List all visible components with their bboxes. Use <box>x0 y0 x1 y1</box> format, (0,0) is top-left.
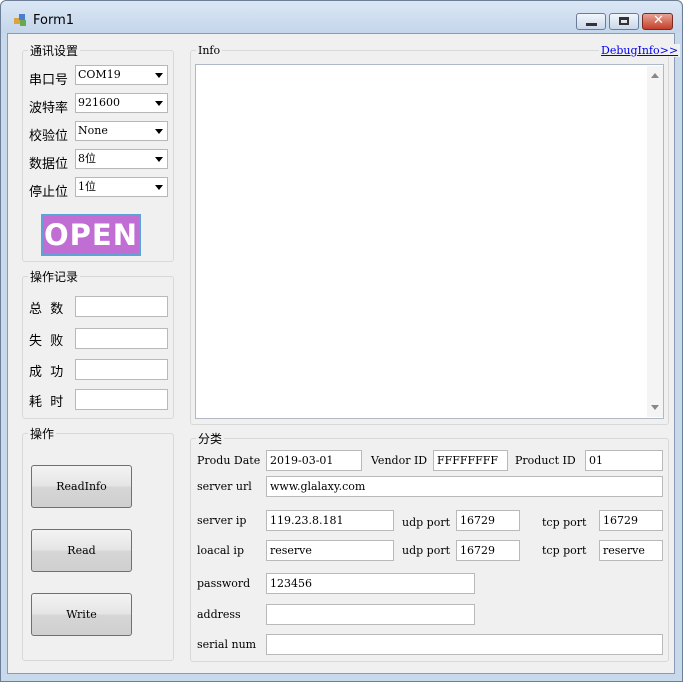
ops-label: 操作 <box>28 425 57 442</box>
server-url-label: server url <box>197 480 252 493</box>
port-combo[interactable]: COM19 <box>75 65 168 85</box>
baud-value: 921600 <box>78 96 120 109</box>
window-title: Form1 <box>33 13 75 28</box>
server-url-field[interactable]: www.glalaxy.com <box>266 476 663 497</box>
maximize-icon <box>619 17 629 25</box>
product-id-label: Product ID <box>515 454 576 467</box>
maximize-button[interactable] <box>609 13 639 30</box>
stopbits-value: 1位 <box>78 180 96 193</box>
server-tcp-port-label: tcp port <box>542 516 587 529</box>
minimize-button[interactable] <box>576 13 606 30</box>
server-ip-field[interactable]: 119.23.8.181 <box>266 510 394 531</box>
chevron-down-icon <box>155 129 163 134</box>
chevron-down-icon <box>155 73 163 78</box>
open-button[interactable]: OPEN <box>41 214 141 256</box>
address-field[interactable] <box>266 604 475 625</box>
title-bar[interactable]: Form1 ✕ <box>1 1 681 33</box>
scroll-down-icon[interactable] <box>651 405 659 410</box>
total-label: 总 数 <box>29 302 64 317</box>
time-field[interactable] <box>75 389 168 410</box>
baud-combo[interactable]: 921600 <box>75 93 168 113</box>
password-label: password <box>197 577 251 590</box>
scroll-up-icon[interactable] <box>651 73 659 78</box>
baud-label: 波特率 <box>29 101 69 116</box>
log-label: 操作记录 <box>28 268 81 285</box>
produ-date-field[interactable]: 2019-03-01 <box>266 450 362 471</box>
chevron-down-icon <box>155 157 163 162</box>
server-ip-label: server ip <box>197 514 247 527</box>
form-client-area: 通讯设置 串口号 COM19 波特率 921600 校验位 None 数据位 8… <box>7 33 681 674</box>
success-field[interactable] <box>75 359 168 380</box>
local-udp-port-field[interactable]: 16729 <box>456 540 520 561</box>
info-scrollbar[interactable] <box>647 66 663 417</box>
fail-label: 失 败 <box>29 334 64 349</box>
local-tcp-port-field[interactable]: reserve <box>599 540 663 561</box>
serial-num-field[interactable] <box>266 634 663 655</box>
product-id-field[interactable]: 01 <box>585 450 663 471</box>
databits-value: 8位 <box>78 152 96 165</box>
stopbits-label: 停止位 <box>29 185 69 200</box>
databits-combo[interactable]: 8位 <box>75 149 168 169</box>
databits-label: 数据位 <box>29 157 69 172</box>
port-label: 串口号 <box>29 73 69 88</box>
server-udp-port-field[interactable]: 16729 <box>456 510 520 531</box>
fail-field[interactable] <box>75 328 168 349</box>
vendor-id-field[interactable]: FFFFFFFF <box>433 450 508 471</box>
time-label: 耗 时 <box>29 395 64 410</box>
close-icon: ✕ <box>653 13 664 28</box>
server-tcp-port-field[interactable]: 16729 <box>599 510 663 531</box>
parity-combo[interactable]: None <box>75 121 168 141</box>
local-udp-port-label: udp port <box>402 544 451 557</box>
produ-date-label: Produ Date <box>197 454 261 467</box>
info-label: Info <box>196 44 223 57</box>
success-label: 成 功 <box>29 365 64 380</box>
stopbits-combo[interactable]: 1位 <box>75 177 168 197</box>
read-button[interactable]: Read <box>31 529 132 572</box>
debuginfo-link[interactable]: DebugInfo>> <box>599 44 681 57</box>
app-icon <box>14 14 26 26</box>
address-label: address <box>197 608 241 621</box>
comm-settings-label: 通讯设置 <box>28 42 81 59</box>
local-tcp-port-label: tcp port <box>542 544 587 557</box>
server-udp-port-label: udp port <box>402 516 451 529</box>
chevron-down-icon <box>155 185 163 190</box>
serial-num-label: serial num <box>197 638 257 651</box>
parity-value: None <box>78 124 108 137</box>
local-ip-field[interactable]: reserve <box>266 540 394 561</box>
local-ip-label: loacal ip <box>197 544 244 557</box>
port-value: COM19 <box>78 68 121 81</box>
close-button[interactable]: ✕ <box>642 13 673 30</box>
total-field[interactable] <box>75 296 168 317</box>
write-button[interactable]: Write <box>31 593 132 636</box>
category-label: 分类 <box>196 430 225 447</box>
minimize-icon <box>586 23 597 26</box>
readinfo-button[interactable]: ReadInfo <box>31 465 132 508</box>
parity-label: 校验位 <box>29 129 69 144</box>
password-field[interactable]: 123456 <box>266 573 475 594</box>
chevron-down-icon <box>155 101 163 106</box>
info-textbox[interactable] <box>195 64 664 419</box>
vendor-id-label: Vendor ID <box>371 454 428 467</box>
